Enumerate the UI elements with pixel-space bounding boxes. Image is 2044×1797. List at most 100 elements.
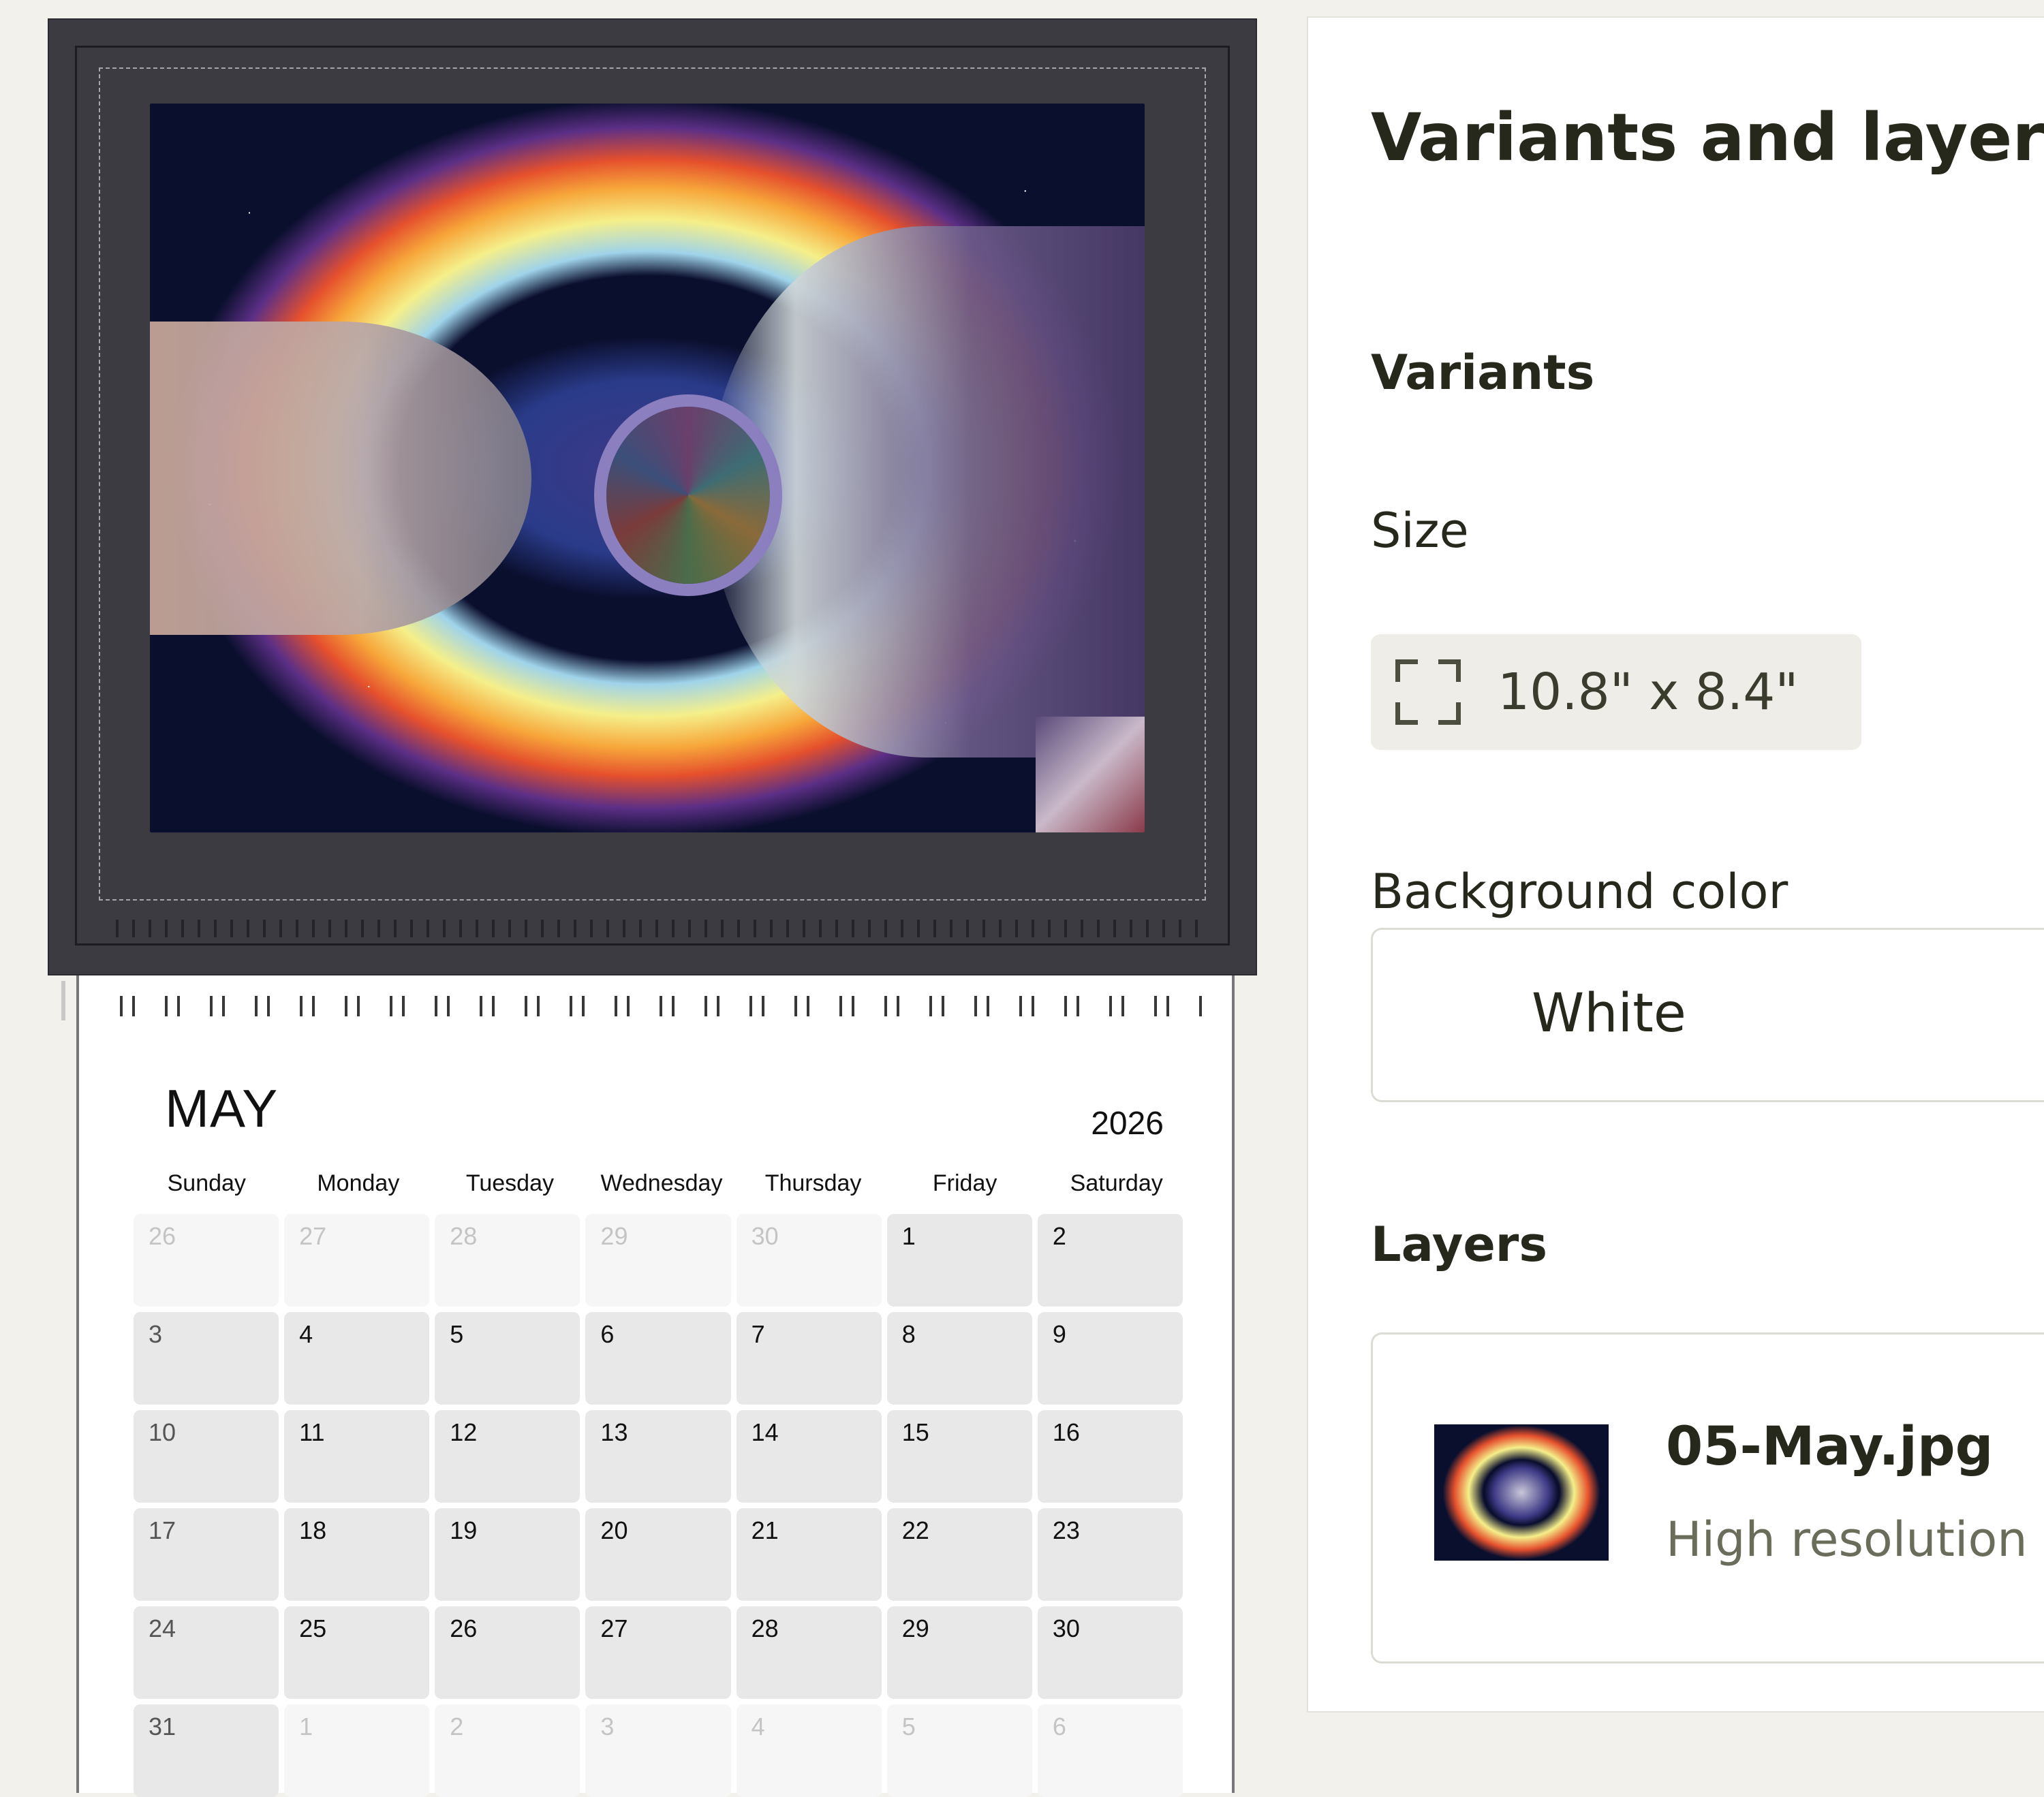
- calendar-day-cell: 27: [284, 1214, 430, 1307]
- calendar-day-number: 5: [450, 1320, 464, 1348]
- calendar-day-cell: 7: [736, 1312, 882, 1405]
- calendar-day-cell: 4: [284, 1312, 430, 1405]
- calendar-day-number: 23: [1052, 1516, 1080, 1544]
- calendar-day-cell: 26: [134, 1214, 279, 1307]
- calendar-day-number: 30: [751, 1222, 779, 1250]
- print-safe-area-guide: [99, 67, 1206, 901]
- calendar-day-number: 29: [901, 1614, 929, 1642]
- weekday-label: Tuesday: [465, 1170, 554, 1196]
- weekday-label: Sunday: [167, 1170, 246, 1196]
- layer-thumbnail: [1434, 1424, 1609, 1561]
- calendar-day-cell: 17: [134, 1508, 279, 1601]
- calendar-day-number: 25: [299, 1614, 327, 1642]
- calendar-day-number: 31: [149, 1713, 176, 1740]
- calendar-day-cell: 23: [1037, 1508, 1183, 1601]
- weekday-label: Monday: [317, 1170, 400, 1196]
- binding-holes-bottom: [99, 996, 1211, 1016]
- size-option-chip[interactable]: 10.8" x 8.4": [1371, 634, 1861, 750]
- calendar-day-cell: 30: [1037, 1606, 1183, 1699]
- variants-layers-panel: Variants and layers Variants Size 10.8" …: [1307, 16, 2044, 1713]
- calendar-day-cell: 4: [736, 1704, 882, 1797]
- calendar-day-number: 4: [751, 1713, 765, 1740]
- calendar-day-number: 2: [1052, 1222, 1066, 1250]
- layer-item[interactable]: 05-May.jpg High resolution: [1371, 1332, 2044, 1663]
- calendar-day-cell: 20: [585, 1508, 731, 1601]
- calendar-day-number: 26: [149, 1222, 176, 1250]
- weekday-label: Wednesday: [600, 1170, 723, 1196]
- frame-corners-icon: [1395, 659, 1461, 725]
- calendar-day-cell: 19: [435, 1508, 580, 1601]
- calendar-day-number: 3: [149, 1320, 163, 1348]
- calendar-day-number: 2: [450, 1713, 464, 1740]
- calendar-day-number: 1: [901, 1222, 916, 1250]
- calendar-day-cell: 8: [886, 1312, 1032, 1405]
- calendar-day-number: 15: [901, 1418, 929, 1446]
- calendar-day-number: 24: [149, 1614, 176, 1642]
- calendar-day-number: 27: [299, 1222, 327, 1250]
- calendar-day-number: 29: [600, 1222, 628, 1250]
- calendar-day-cell: 3: [585, 1704, 731, 1797]
- calendar-day-cell: 25: [284, 1606, 430, 1699]
- background-color-label: Background color: [1371, 864, 1788, 920]
- weekday-label: Saturday: [1070, 1170, 1163, 1196]
- calendar-day-cell: 24: [134, 1606, 279, 1699]
- calendar-day-number: 17: [149, 1516, 176, 1544]
- calendar-bottom-page: MAY 2026 Sunday Monday Tuesday Wednesday Thu…: [76, 975, 1235, 1797]
- calendar-day-cell: 14: [736, 1410, 882, 1503]
- calendar-day-cell: 28: [736, 1606, 882, 1699]
- calendar-year: 2026: [1091, 1106, 1164, 1142]
- calendar-day-cell: 27: [585, 1606, 731, 1699]
- calendar-day-number: 3: [600, 1713, 615, 1740]
- calendar-day-number: 11: [299, 1418, 325, 1446]
- calendar-day-cell: 11: [284, 1410, 430, 1503]
- calendar-day-cell: 1: [886, 1214, 1032, 1307]
- calendar-day-number: 14: [751, 1418, 779, 1446]
- calendar-day-number: 6: [600, 1320, 615, 1348]
- calendar-day-cell: 16: [1037, 1410, 1183, 1503]
- calendar-day-cell: 31: [134, 1704, 279, 1797]
- calendar-day-number: 22: [901, 1516, 929, 1544]
- calendar-day-number: 1: [299, 1713, 313, 1740]
- calendar-day-number: 18: [299, 1516, 327, 1544]
- calendar-day-cell: 9: [1037, 1312, 1183, 1405]
- calendar-day-cell: 3: [134, 1312, 279, 1405]
- calendar-day-number: 27: [600, 1614, 628, 1642]
- calendar-day-number: 12: [450, 1418, 478, 1446]
- calendar-day-cell: 18: [284, 1508, 430, 1601]
- calendar-day-number: 28: [450, 1222, 478, 1250]
- calendar-day-cell: 12: [435, 1410, 580, 1503]
- calendar-day-cell: 26: [435, 1606, 580, 1699]
- calendar-day-number: 9: [1052, 1320, 1066, 1348]
- weekday-label: Friday: [932, 1170, 997, 1196]
- calendar-day-grid: 26 27 28 29 30 1 2 3 4 5 6 7 8 9 10 11 12 13 14 15 16 17 18 19 2…: [134, 1214, 1183, 1797]
- calendar-day-cell: 1: [284, 1704, 430, 1797]
- calendar-day-cell: 22: [886, 1508, 1032, 1601]
- calendar-day-number: 7: [751, 1320, 765, 1348]
- calendar-day-number: 28: [751, 1614, 779, 1642]
- calendar-day-cell: 13: [585, 1410, 731, 1503]
- calendar-day-number: 21: [751, 1516, 779, 1544]
- calendar-day-cell: 15: [886, 1410, 1032, 1503]
- background-color-select[interactable]: White: [1371, 928, 2044, 1102]
- calendar-day-number: 10: [149, 1418, 176, 1446]
- variants-heading: Variants: [1371, 345, 1595, 401]
- calendar-day-number: 30: [1052, 1614, 1080, 1642]
- calendar-day-cell: 6: [1037, 1704, 1183, 1797]
- calendar-day-number: 8: [901, 1320, 916, 1348]
- size-label: Size: [1371, 503, 1469, 559]
- calendar-day-number: 4: [299, 1320, 313, 1348]
- calendar-day-cell: 5: [886, 1704, 1032, 1797]
- calendar-month-title: MAY: [165, 1078, 279, 1138]
- calendar-day-cell: 2: [435, 1704, 580, 1797]
- calendar-day-cell: 30: [736, 1214, 882, 1307]
- panel-title: Variants and layers: [1371, 99, 2044, 176]
- calendar-day-cell: 21: [736, 1508, 882, 1601]
- calendar-day-number: 13: [600, 1418, 628, 1446]
- calendar-day-cell: 29: [886, 1606, 1032, 1699]
- calendar-day-cell: 28: [435, 1214, 580, 1307]
- calendar-top-page: [48, 18, 1257, 975]
- layer-name: 05-May.jpg: [1666, 1416, 1994, 1478]
- size-value: 10.8" x 8.4": [1498, 663, 1799, 721]
- calendar-day-number: 5: [901, 1713, 916, 1740]
- calendar-day-number: 6: [1052, 1713, 1066, 1740]
